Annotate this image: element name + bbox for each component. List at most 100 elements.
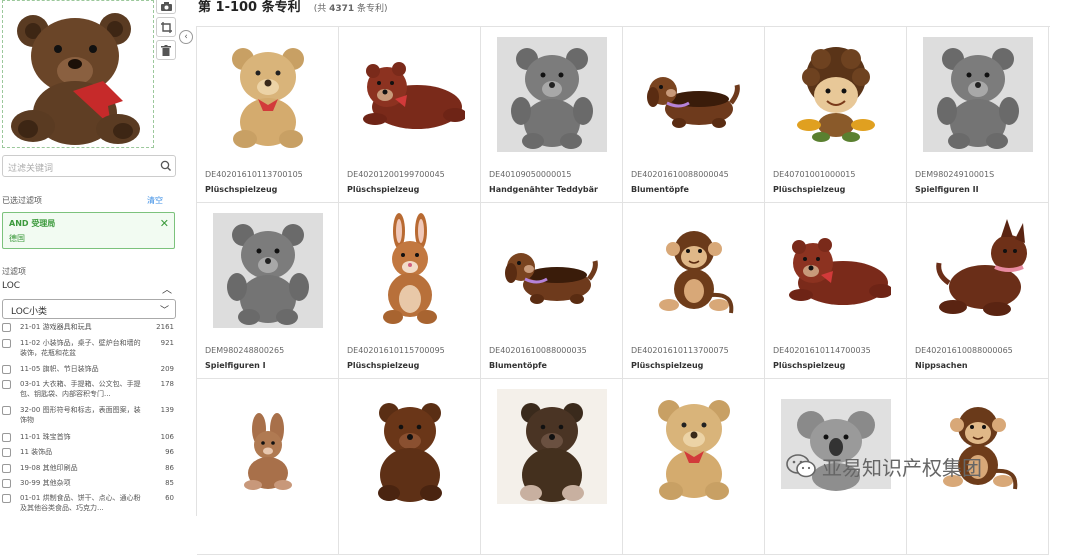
monkey-thumbnail[interactable] <box>923 389 1033 504</box>
filter-item-count: 178 <box>160 380 174 388</box>
result-card[interactable]: DEM98024910001S Spielfiguren II <box>907 27 1049 203</box>
chip-value-label: 德国 <box>9 234 25 243</box>
close-icon[interactable]: ✕ <box>160 217 169 230</box>
result-card[interactable]: DE40201610088000065 Nippsachen <box>907 203 1049 379</box>
bunny-thumbnail[interactable] <box>355 213 465 328</box>
filter-keyword-input[interactable]: 过滤关键词 <box>2 155 176 177</box>
monkey-thumbnail[interactable] <box>639 213 749 328</box>
filter-item-label: 21-01 游戏器具和玩具 <box>20 323 92 331</box>
loc-subclass-select[interactable]: LOC小类 ﹀ <box>2 299 176 319</box>
lying-bear-thumbnail[interactable] <box>781 213 891 328</box>
filter-item[interactable]: 11-02 小装饰品，桌子、壁炉台和墙的装饰，花瓶和花盆 921 <box>2 338 176 358</box>
filter-item[interactable]: 03-01 大衣箱、手提箱、公文包、手提包、钥匙袋、内部容积专门... 178 <box>2 379 176 399</box>
patent-number[interactable]: DE40201610088000035 <box>489 346 587 355</box>
teddy-bear-query-image <box>11 13 140 145</box>
product-name: Plüschspielzeug <box>773 361 846 370</box>
result-card[interactable]: DE40201610088000045 Blumentöpfe <box>623 27 765 203</box>
chevron-down-icon: ﹀ <box>159 306 169 316</box>
filter-item-label: 03-01 大衣箱、手提箱、公文包、手提包、钥匙袋、内部容积专门... <box>20 380 141 398</box>
result-card[interactable]: DEM980248800265 Spielfiguren I <box>197 203 339 379</box>
loc-section-header[interactable]: LOC ︿ <box>2 281 176 297</box>
teddy-bear-gray-thumbnail[interactable] <box>497 37 607 152</box>
results-header: 第 1-100 条专利 (共 4371 条专利) <box>198 0 388 15</box>
trash-icon[interactable] <box>156 40 176 60</box>
filter-item-count: 86 <box>165 464 174 472</box>
checkbox[interactable] <box>2 323 11 332</box>
patent-number[interactable]: DE40201610088000065 <box>915 346 1013 355</box>
teddy-bear-light-thumbnail[interactable] <box>639 389 749 504</box>
lying-bear-thumbnail[interactable] <box>355 37 465 152</box>
teddy-bear-gray-thumbnail[interactable] <box>923 37 1033 152</box>
result-card[interactable] <box>339 379 481 555</box>
filter-item[interactable]: 19-08 其他印刷品 86 <box>2 463 176 473</box>
filter-item[interactable]: 21-01 游戏器具和玩具 2161 <box>2 322 176 332</box>
checkbox[interactable] <box>2 365 11 374</box>
result-card[interactable]: DE40201610114700035 Plüschspielzeug <box>765 203 907 379</box>
filter-item-label: 19-08 其他印刷品 <box>20 464 78 472</box>
clear-filters-link[interactable]: 清空 <box>147 195 163 206</box>
result-card[interactable]: DE40201610088000035 Blumentöpfe <box>481 203 623 379</box>
dark-bear-thumbnail[interactable] <box>497 389 607 504</box>
product-name: Spielfiguren II <box>915 185 979 194</box>
bunny-small-thumbnail[interactable] <box>213 389 323 504</box>
checkbox[interactable] <box>2 339 11 348</box>
koala-thumbnail[interactable] <box>781 389 891 504</box>
product-name: Nippsachen <box>915 361 968 370</box>
patent-number[interactable]: DE40201610088000045 <box>631 170 729 179</box>
teddy-bear-gray-thumbnail[interactable] <box>213 213 323 328</box>
crop-icon[interactable] <box>156 17 176 37</box>
filter-item[interactable]: 30-99 其他杂项 85 <box>2 478 176 488</box>
result-card[interactable]: DE40701001000015 Plüschspielzeug <box>765 27 907 203</box>
dog-planter-thumbnail[interactable] <box>639 37 749 152</box>
results-grid: DE40201610113700105 Plüschspielzeug DE4020… <box>196 26 1050 555</box>
teddy-bear-light-thumbnail[interactable] <box>213 37 323 152</box>
patent-number[interactable]: DE40201610115700095 <box>347 346 445 355</box>
dog-planter-thumbnail[interactable] <box>497 213 607 328</box>
filter-item[interactable]: 11-05 旗帜、节日装饰品 209 <box>2 364 176 374</box>
filter-item[interactable]: 11-01 珠宝首饰 106 <box>2 432 176 442</box>
result-card[interactable]: DE40201610113700075 Plüschspielzeug <box>623 203 765 379</box>
curly-doll-thumbnail[interactable] <box>781 37 891 152</box>
search-icon[interactable] <box>159 159 173 173</box>
filter-item-label: 32-00 图形符号和标志，表面图案，装饰物 <box>20 406 141 424</box>
patent-number[interactable]: DE40201610113700105 <box>205 170 303 179</box>
result-card[interactable]: DE40109050000015 Handgenähter Teddybär <box>481 27 623 203</box>
checkbox[interactable] <box>2 494 11 503</box>
checkbox[interactable] <box>2 380 11 389</box>
select-value: LOC小类 <box>11 307 48 317</box>
result-card[interactable]: DE40201200199700045 Plüschspielzeug <box>339 27 481 203</box>
filter-item-label: 11-05 旗帜、节日装饰品 <box>20 365 99 373</box>
checkbox[interactable] <box>2 464 11 473</box>
patent-number[interactable]: DE40701001000015 <box>773 170 855 179</box>
result-card[interactable] <box>481 379 623 555</box>
checkbox[interactable] <box>2 448 11 457</box>
patent-number[interactable]: DE40201200199700045 <box>347 170 445 179</box>
brown-bear-thumbnail[interactable] <box>355 389 465 504</box>
result-card[interactable]: DE40201610113700105 Plüschspielzeug <box>197 27 339 203</box>
query-image <box>2 0 154 148</box>
dog-figure-thumbnail[interactable] <box>923 213 1033 328</box>
patent-number[interactable]: DEM98024910001S <box>915 170 994 179</box>
product-name: Plüschspielzeug <box>631 361 704 370</box>
checkbox[interactable] <box>2 433 11 442</box>
product-name: Spielfiguren I <box>205 361 266 370</box>
result-card[interactable]: DE40201610115700095 Plüschspielzeug <box>339 203 481 379</box>
result-card[interactable] <box>197 379 339 555</box>
patent-number[interactable]: DE40201610113700075 <box>631 346 729 355</box>
checkbox[interactable] <box>2 479 11 488</box>
patent-number[interactable]: DEM980248800265 <box>205 346 284 355</box>
camera-icon[interactable] <box>156 0 176 14</box>
watermark: 亚易知识产权集团 <box>786 451 982 481</box>
filter-item[interactable]: 11 装饰品 96 <box>2 447 176 457</box>
filter-item[interactable]: 01-01 烘制食品、饼干、点心、通心粉及其他谷类食品、巧克力... 60 <box>2 493 176 513</box>
filter-item[interactable]: 32-00 图形符号和标志，表面图案，装饰物 139 <box>2 405 176 425</box>
wechat-icon <box>786 454 816 478</box>
patent-number[interactable]: DE40201610114700035 <box>773 346 871 355</box>
checkbox[interactable] <box>2 406 11 415</box>
result-card[interactable] <box>623 379 765 555</box>
collapse-sidebar-button[interactable]: ‹ <box>179 30 193 44</box>
selected-filters-label: 已选过滤项 <box>2 196 42 205</box>
product-name: Plüschspielzeug <box>773 185 846 194</box>
chevron-up-icon[interactable]: ︿ <box>162 281 172 296</box>
patent-number[interactable]: DE40109050000015 <box>489 170 571 179</box>
